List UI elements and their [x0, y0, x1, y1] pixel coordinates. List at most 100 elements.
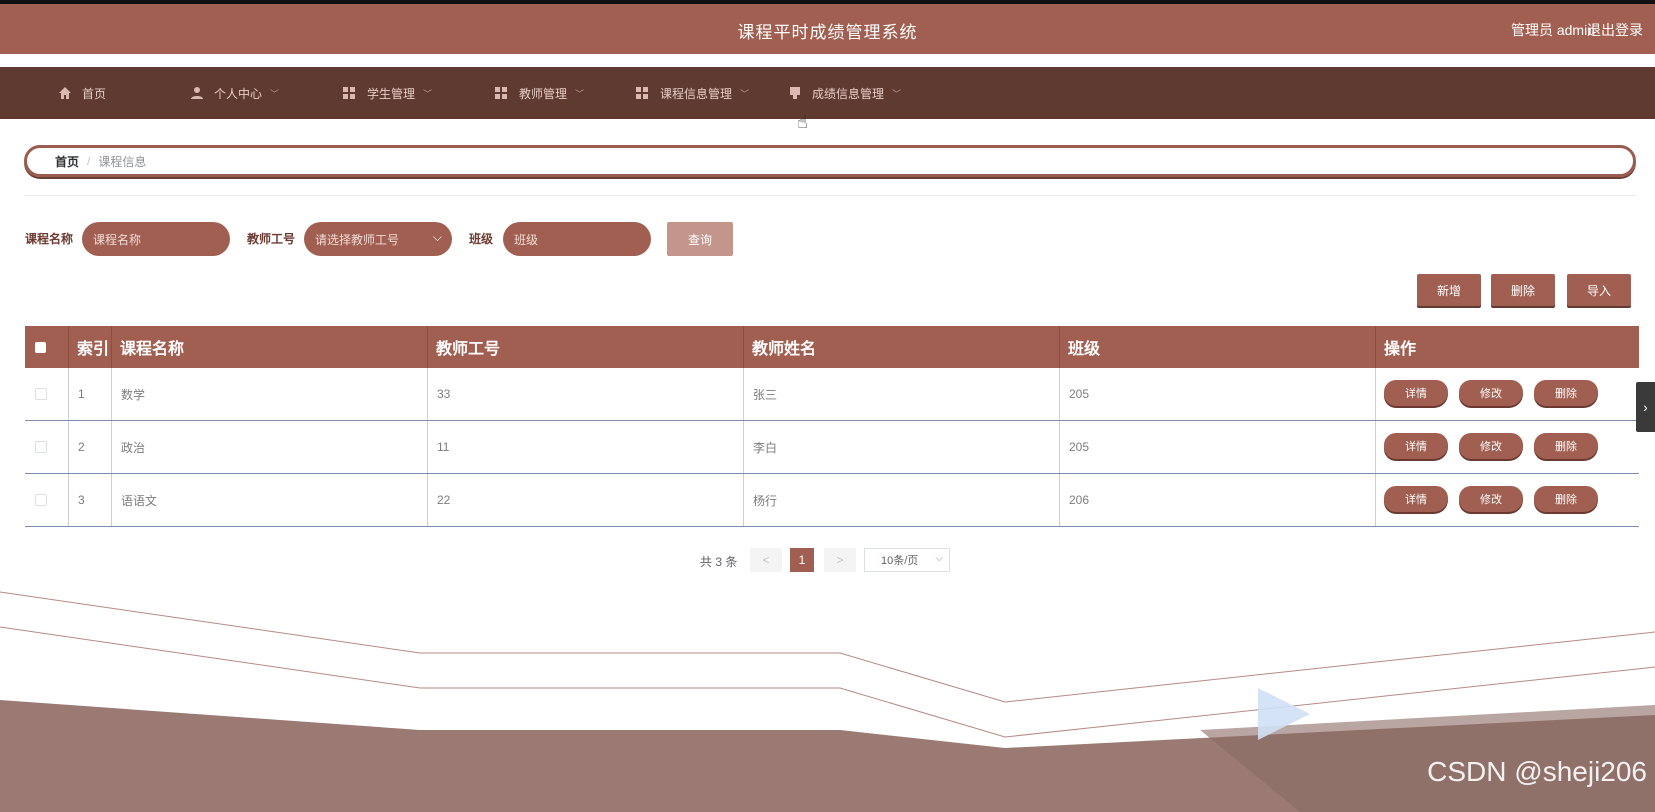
chevron-down-icon: ⌵ — [432, 230, 442, 244]
cell-course: 数学 — [112, 368, 428, 420]
watermark: CSDN @sheji206 — [1427, 756, 1647, 787]
select-all-cell — [25, 326, 69, 368]
nav-label: 教师管理 — [519, 86, 568, 101]
header-teacher-no: 教师工号 — [428, 326, 744, 368]
row-checkbox[interactable] — [35, 494, 47, 506]
table-row: 2 政治 11 李白 205 详情 修改 删除 — [25, 421, 1639, 474]
grid-icon — [495, 87, 507, 99]
pagination-next-button[interactable]: > — [824, 548, 856, 572]
breadcrumb-home[interactable]: 首页 — [55, 153, 79, 170]
doc-icon — [790, 87, 800, 99]
course-name-label: 课程名称 — [25, 232, 74, 246]
header-index: 索引 — [69, 326, 112, 368]
cell-actions: 详情 修改 删除 — [1376, 421, 1639, 473]
cell-teacher-no: 22 — [428, 474, 744, 526]
add-button[interactable]: 新增 — [1417, 274, 1481, 306]
teacher-no-label: 教师工号 — [247, 232, 296, 246]
row-select-cell — [25, 474, 69, 526]
page-size-select[interactable]: 10条/页 ⌵ — [864, 548, 950, 572]
chevron-down-icon: ﹀ — [740, 88, 750, 99]
user-icon — [191, 87, 203, 99]
divider — [24, 195, 1636, 196]
cell-actions: 详情 修改 删除 — [1376, 474, 1639, 526]
detail-button[interactable]: 详情 — [1384, 380, 1448, 406]
grid-icon — [343, 87, 355, 99]
nav-label: 学生管理 — [367, 86, 416, 101]
course-name-placeholder: 课程名称 — [93, 232, 142, 247]
current-user: 管理员 admin — [1510, 22, 1595, 38]
chevron-down-icon: ﹀ — [270, 88, 280, 99]
nav-label: 课程信息管理 — [660, 86, 733, 101]
select-all-checkbox[interactable] — [35, 341, 46, 353]
edit-button[interactable]: 修改 — [1459, 433, 1523, 459]
detail-button[interactable]: 详情 — [1384, 486, 1448, 512]
chevron-down-icon: ﹀ — [423, 88, 433, 99]
cell-teacher-no: 33 — [428, 368, 744, 420]
header-course-name: 课程名称 — [112, 326, 428, 368]
cell-actions: 详情 修改 删除 — [1376, 368, 1639, 420]
class-input[interactable]: 班级 — [503, 222, 651, 256]
row-checkbox[interactable] — [35, 388, 47, 400]
cell-index: 1 — [69, 368, 112, 420]
teacher-no-select[interactable]: 请选择教师工号 ⌵ — [304, 222, 452, 256]
batch-delete-button[interactable]: 删除 — [1491, 274, 1555, 306]
class-placeholder: 班级 — [514, 232, 539, 247]
main-nav: 首页 个人中心 ﹀ 学生管理 ﹀ 教师管理 ﹀ 课程信息管理 ﹀ 成绩信息管理 … — [0, 67, 1655, 119]
side-panel-toggle[interactable]: › — [1636, 382, 1655, 432]
cell-course: 政治 — [112, 421, 428, 473]
header-actions: 操作 — [1384, 341, 1417, 358]
delete-button[interactable]: 删除 — [1534, 433, 1598, 459]
row-checkbox[interactable] — [35, 441, 47, 453]
grid-icon — [636, 87, 648, 99]
table-row: 1 数学 33 张三 205 详情 修改 删除 — [25, 368, 1639, 421]
chevron-down-icon: ﹀ — [575, 88, 585, 99]
cell-teacher-no: 11 — [428, 421, 744, 473]
cell-course: 语语文 — [112, 474, 428, 526]
edit-button[interactable]: 修改 — [1459, 380, 1523, 406]
cell-teacher-name: 李白 — [744, 421, 1060, 473]
pagination-total: 共 3 条 — [700, 555, 738, 569]
edit-button[interactable]: 修改 — [1459, 486, 1523, 512]
breadcrumb-current: 课程信息 — [98, 154, 147, 169]
page-size-value: 10条/页 — [881, 555, 919, 567]
nav-item-teacher-management[interactable]: 教师管理 ﹀ — [495, 67, 584, 119]
header-teacher-name: 教师姓名 — [744, 326, 1060, 368]
cell-teacher-name: 杨行 — [744, 474, 1060, 526]
breadcrumb-separator: / — [87, 154, 91, 168]
cell-class: 205 — [1060, 368, 1376, 420]
app-title: 课程平时成绩管理系统 — [737, 23, 918, 42]
breadcrumb: 首页 / 课程信息 — [24, 145, 1636, 177]
delete-button[interactable]: 删除 — [1534, 380, 1598, 406]
nav-label: 首页 — [82, 86, 107, 101]
cell-teacher-name: 张三 — [744, 368, 1060, 420]
nav-label: 个人中心 — [214, 86, 263, 101]
detail-button[interactable]: 详情 — [1384, 433, 1448, 459]
nav-item-course-info-management[interactable]: 课程信息管理 ﹀ — [636, 67, 749, 119]
table-header: 索引 课程名称 教师工号 教师姓名 班级 操作 — [25, 326, 1639, 368]
teacher-no-placeholder: 请选择教师工号 — [315, 232, 400, 247]
hand-cursor-icon: ☝ — [797, 112, 808, 132]
nav-item-personal-center[interactable]: 个人中心 ﹀ — [190, 67, 279, 119]
decorative-background — [0, 591, 1655, 812]
nav-item-student-management[interactable]: 学生管理 ﹀ — [343, 67, 432, 119]
cell-index: 2 — [69, 421, 112, 473]
import-button[interactable]: 导入 — [1567, 274, 1631, 306]
chevron-down-icon: ﹀ — [892, 88, 902, 99]
chevron-down-icon: ⌵ — [935, 553, 943, 564]
cell-index: 3 — [69, 474, 112, 526]
cell-class: 206 — [1060, 474, 1376, 526]
delete-button[interactable]: 删除 — [1534, 486, 1598, 512]
home-icon — [59, 87, 71, 99]
app-header: 课程平时成绩管理系统 管理员 admin 退出登录 — [0, 4, 1655, 54]
pagination-current-page[interactable]: 1 — [790, 548, 814, 572]
query-button[interactable]: 查询 — [667, 222, 733, 256]
course-name-input[interactable]: 课程名称 — [82, 222, 230, 256]
cell-class: 205 — [1060, 421, 1376, 473]
table-row: 3 语语文 22 杨行 206 详情 修改 删除 — [25, 474, 1639, 527]
pagination-prev-button[interactable]: < — [750, 548, 782, 572]
logout-link[interactable]: 退出登录 — [1587, 20, 1643, 40]
nav-label: 成绩信息管理 — [812, 86, 885, 101]
nav-item-home[interactable]: 首页 — [58, 67, 106, 119]
header-class: 班级 — [1060, 326, 1376, 368]
row-select-cell — [25, 421, 69, 473]
